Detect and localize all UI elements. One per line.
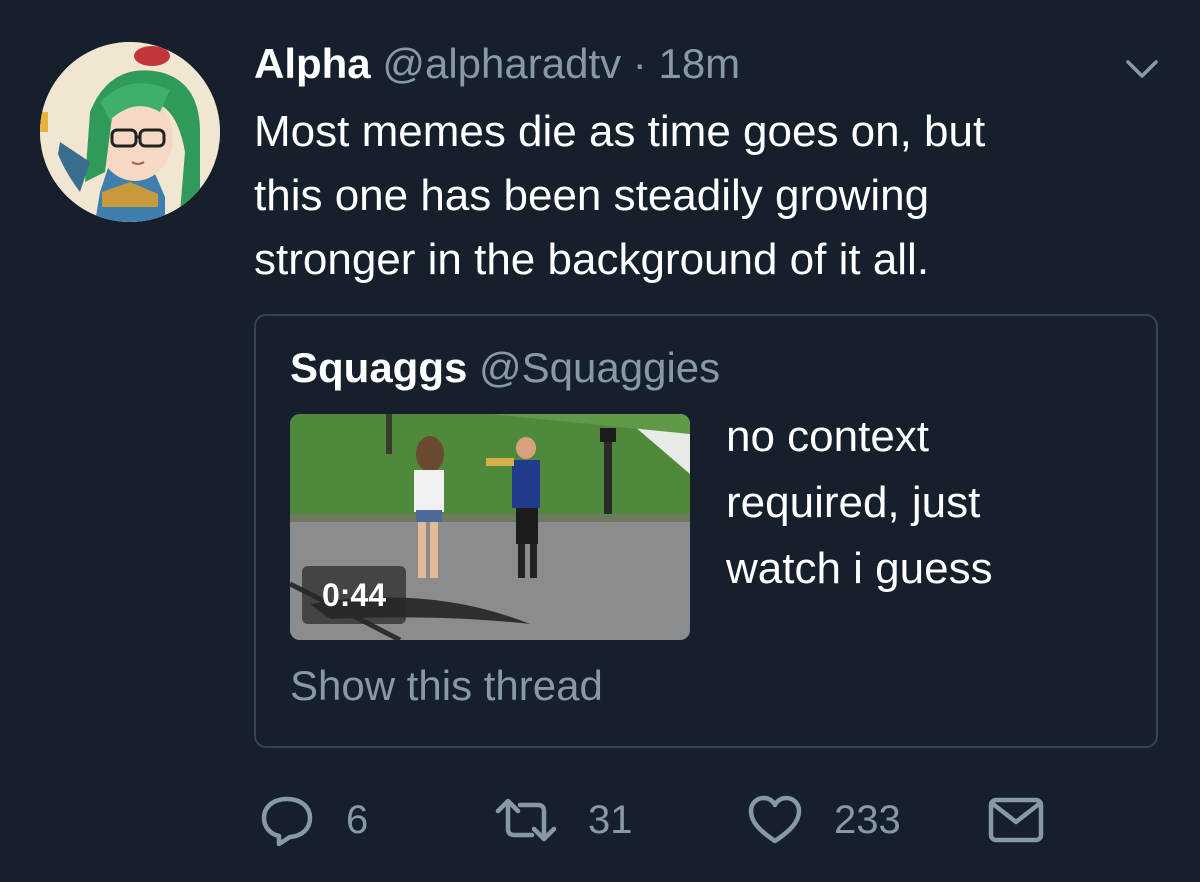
envelope-icon <box>988 797 1044 843</box>
reply-button[interactable]: 6 <box>258 780 368 860</box>
quoted-tweet-header: Squaggs @Squaggies <box>290 342 720 394</box>
reply-icon <box>261 796 313 847</box>
quoted-text-line: no context <box>726 412 930 461</box>
tweet-text-line: Most memes die as time goes on, but <box>254 107 986 156</box>
tweet-header: Alpha @alpharadtv · 18m <box>254 38 740 90</box>
quoted-text-line: required, just <box>726 478 981 527</box>
quoted-author-name: Squaggs <box>290 344 468 391</box>
video-thumbnail[interactable]: 0:44 <box>290 414 690 640</box>
tweet: Alpha @alpharadtv · 18m Most memes die a… <box>0 0 1200 882</box>
tweet-text-line: stronger in the background of it all. <box>254 235 930 284</box>
tweet-actions: 6 31 233 <box>0 780 1200 860</box>
avatar-image <box>40 42 220 222</box>
show-thread-link[interactable]: Show this thread <box>290 658 603 714</box>
like-button[interactable]: 233 <box>746 780 901 860</box>
direct-message-button[interactable] <box>986 780 1046 860</box>
chevron-down-icon <box>1126 60 1158 78</box>
quoted-author-handle: @Squaggies <box>479 344 721 391</box>
reply-count: 6 <box>346 797 369 842</box>
retweet-count: 31 <box>588 797 633 842</box>
tweet-text-line: this one has been steadily growing <box>254 171 930 220</box>
avatar[interactable] <box>40 42 220 222</box>
quoted-tweet-text: no context required, just watch i guess <box>726 404 993 602</box>
quoted-tweet[interactable]: Squaggs @Squaggies 0:44 no context requi… <box>254 314 1158 748</box>
quoted-text-line: watch i guess <box>726 544 993 593</box>
video-duration-badge: 0:44 <box>302 566 406 624</box>
like-count: 233 <box>834 797 901 842</box>
retweet-button[interactable]: 31 <box>494 780 633 860</box>
tweet-timestamp[interactable]: 18m <box>658 40 740 87</box>
separator-dot: · <box>632 40 647 87</box>
heart-icon <box>748 795 802 844</box>
retweet-icon <box>495 798 557 842</box>
author-name[interactable]: Alpha <box>254 40 371 87</box>
tweet-text: Most memes die as time goes on, but this… <box>254 100 1154 292</box>
tweet-menu-button[interactable] <box>1124 56 1160 84</box>
author-handle[interactable]: @alpharadtv <box>382 40 621 87</box>
